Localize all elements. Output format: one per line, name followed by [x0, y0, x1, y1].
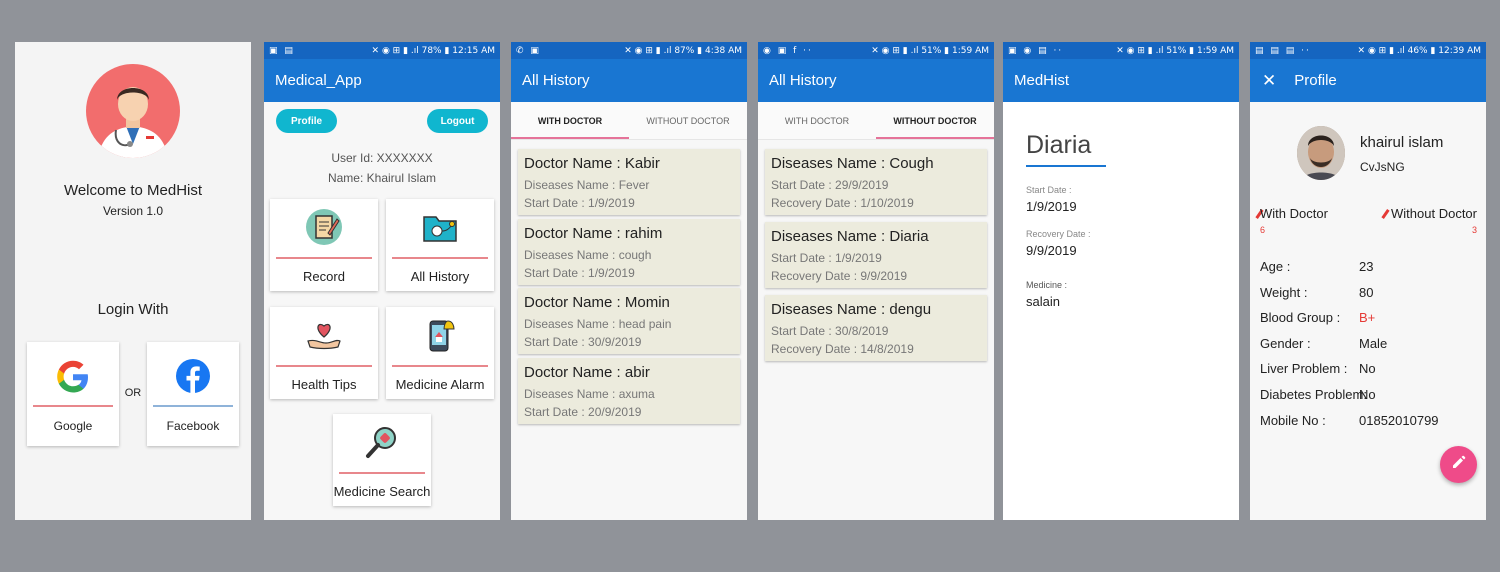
status-bar: ▤ ▤ ▤ ·· ✕ ◉ ⊞ ▮ .ıl 46% ▮ 12:39 AM	[1250, 42, 1486, 59]
list-item[interactable]: Doctor Name : Kabir Diseases Name : Feve…	[518, 149, 740, 215]
magnifier-icon	[362, 422, 402, 467]
status-bar: ✆ ▣ ✕ ◉ ⊞ ▮ .ıl 87% ▮ 4:38 AM	[511, 42, 747, 59]
record-tile[interactable]: Record	[270, 199, 378, 291]
disease-title-underline	[1026, 165, 1106, 167]
app-bar: ✕ Profile	[1250, 59, 1486, 102]
with-doctor-label[interactable]: With Doctor	[1260, 206, 1328, 221]
pencil-icon	[1451, 454, 1467, 475]
home-screen: ▣ ▤ ✕ ◉ ⊞ ▮ .ıl 78% ▮ 12:15 AM Medical_A…	[264, 42, 500, 520]
start-date-value: 1/9/2019	[1026, 199, 1077, 214]
app-title: MedHist	[1014, 72, 1070, 89]
logout-button[interactable]: Logout	[427, 109, 488, 133]
without-doctor-mark	[1381, 209, 1390, 219]
health-tips-tile[interactable]: Health Tips	[270, 307, 378, 399]
medicine-label: Medicine :	[1026, 280, 1068, 290]
weight-label: Weight :	[1260, 285, 1308, 300]
diabetes-problem-label: Diabetes Problem:	[1260, 387, 1367, 402]
user-id-text: User Id: XXXXXXX	[331, 151, 433, 165]
google-login-button[interactable]: Google	[27, 342, 119, 446]
start-date-label: Start Date :	[1026, 185, 1072, 195]
facebook-label: Facebook	[166, 419, 220, 433]
all-history-label: All History	[410, 269, 470, 284]
google-icon	[55, 359, 91, 400]
history-with-doctor-screen: ✆ ▣ ✕ ◉ ⊞ ▮ .ıl 87% ▮ 4:38 AM All Histor…	[511, 42, 747, 520]
notepad-icon	[304, 207, 344, 252]
age-value: 23	[1359, 259, 1374, 274]
facebook-login-button[interactable]: Facebook	[147, 342, 239, 446]
tab-without-doctor[interactable]: WITHOUT DOCTOR	[629, 102, 747, 139]
gender-label: Gender :	[1260, 336, 1311, 351]
tab-with-doctor[interactable]: WITH DOCTOR	[758, 102, 876, 139]
app-bar: Medical_App	[264, 59, 500, 102]
google-label: Google	[53, 419, 93, 433]
medicine-alarm-tile[interactable]: Medicine Alarm	[386, 307, 494, 399]
blood-group-value: B+	[1359, 310, 1376, 325]
tab-with-doctor[interactable]: WITH DOCTOR	[511, 102, 629, 139]
list-item[interactable]: Diseases Name : Cough Start Date : 29/9/…	[765, 149, 987, 215]
avatar	[1297, 126, 1345, 180]
list-item[interactable]: Diseases Name : Diaria Start Date : 1/9/…	[765, 222, 987, 288]
facebook-icon	[175, 358, 211, 399]
or-label: OR	[124, 387, 142, 399]
diabetes-problem-value: No	[1359, 387, 1376, 402]
disease-title: Diaria	[1026, 131, 1092, 159]
liver-problem-label: Liver Problem :	[1260, 361, 1348, 376]
login-with-label: Login With	[97, 301, 169, 318]
app-title: Medical_App	[275, 72, 362, 89]
login-screen: Welcome to MedHist Version 1.0 Login Wit…	[15, 42, 251, 520]
app-bar: All History	[758, 59, 994, 102]
all-history-tile[interactable]: All History	[386, 199, 494, 291]
list-item[interactable]: Doctor Name : rahim Diseases Name : coug…	[518, 219, 740, 285]
status-bar: ◉ ▣ f ·· ✕ ◉ ⊞ ▮ .ıl 51% ▮ 1:59 AM	[758, 42, 994, 59]
list-item[interactable]: Doctor Name : Momin Diseases Name : head…	[518, 288, 740, 354]
medicine-alarm-label: Medicine Alarm	[395, 377, 485, 392]
app-title: Profile	[1294, 72, 1337, 89]
app-bar: MedHist	[1003, 59, 1239, 102]
medicine-search-tile[interactable]: Medicine Search	[333, 414, 431, 506]
profile-name: khairul islam	[1360, 134, 1444, 151]
gender-value: Male	[1359, 336, 1388, 351]
app-title: All History	[522, 72, 590, 89]
list-item[interactable]: Doctor Name : abir Diseases Name : axuma…	[518, 358, 740, 424]
record-label: Record	[303, 269, 345, 284]
mobile-value: 01852010799	[1359, 413, 1439, 428]
status-bar: ▣ ◉ ▤ ·· ✕ ◉ ⊞ ▮ .ıl 51% ▮ 1:59 AM	[1003, 42, 1239, 59]
status-bar: ▣ ▤ ✕ ◉ ⊞ ▮ .ıl 78% ▮ 12:15 AM	[264, 42, 500, 59]
medicine-search-label: Medicine Search	[333, 484, 431, 499]
liver-problem-value: No	[1359, 361, 1376, 376]
profile-screen: ▤ ▤ ▤ ·· ✕ ◉ ⊞ ▮ .ıl 46% ▮ 12:39 AM ✕ Pr…	[1250, 42, 1486, 520]
profile-code: CvJsNG	[1360, 160, 1405, 174]
age-label: Age :	[1260, 259, 1291, 274]
welcome-title: Welcome to MedHist	[63, 182, 203, 199]
mobile-label: Mobile No :	[1260, 413, 1326, 428]
doctor-avatar	[86, 64, 180, 158]
user-name-text: Name: Khairul Islam	[327, 171, 437, 185]
blood-group-label: Blood Group :	[1260, 310, 1341, 325]
medicine-value: salain	[1026, 294, 1060, 309]
folder-icon	[420, 207, 460, 252]
list-item[interactable]: Diseases Name : dengu Start Date : 30/8/…	[765, 295, 987, 361]
recovery-date-label: Recovery Date :	[1026, 229, 1091, 239]
history-tabs: WITH DOCTOR WITHOUT DOCTOR	[758, 102, 994, 140]
heart-hand-icon	[304, 315, 344, 360]
recovery-date-value: 9/9/2019	[1026, 243, 1077, 258]
weight-value: 80	[1359, 285, 1374, 300]
phone-alarm-icon	[420, 315, 460, 360]
without-doctor-count: 3	[1471, 225, 1477, 235]
edit-fab[interactable]	[1440, 446, 1477, 483]
without-doctor-label[interactable]: Without Doctor	[1391, 206, 1477, 221]
profile-button[interactable]: Profile	[276, 109, 337, 133]
version-text: Version 1.0	[102, 204, 164, 218]
with-doctor-count: 6	[1260, 225, 1266, 235]
close-icon[interactable]: ✕	[1262, 71, 1276, 91]
detail-screen: ▣ ◉ ▤ ·· ✕ ◉ ⊞ ▮ .ıl 51% ▮ 1:59 AM MedHi…	[1003, 42, 1239, 520]
app-bar: All History	[511, 59, 747, 102]
history-without-doctor-screen: ◉ ▣ f ·· ✕ ◉ ⊞ ▮ .ıl 51% ▮ 1:59 AM All H…	[758, 42, 994, 520]
health-tips-label: Health Tips	[291, 377, 357, 392]
history-tabs: WITH DOCTOR WITHOUT DOCTOR	[511, 102, 747, 140]
tab-without-doctor[interactable]: WITHOUT DOCTOR	[876, 102, 994, 139]
app-title: All History	[769, 72, 837, 89]
